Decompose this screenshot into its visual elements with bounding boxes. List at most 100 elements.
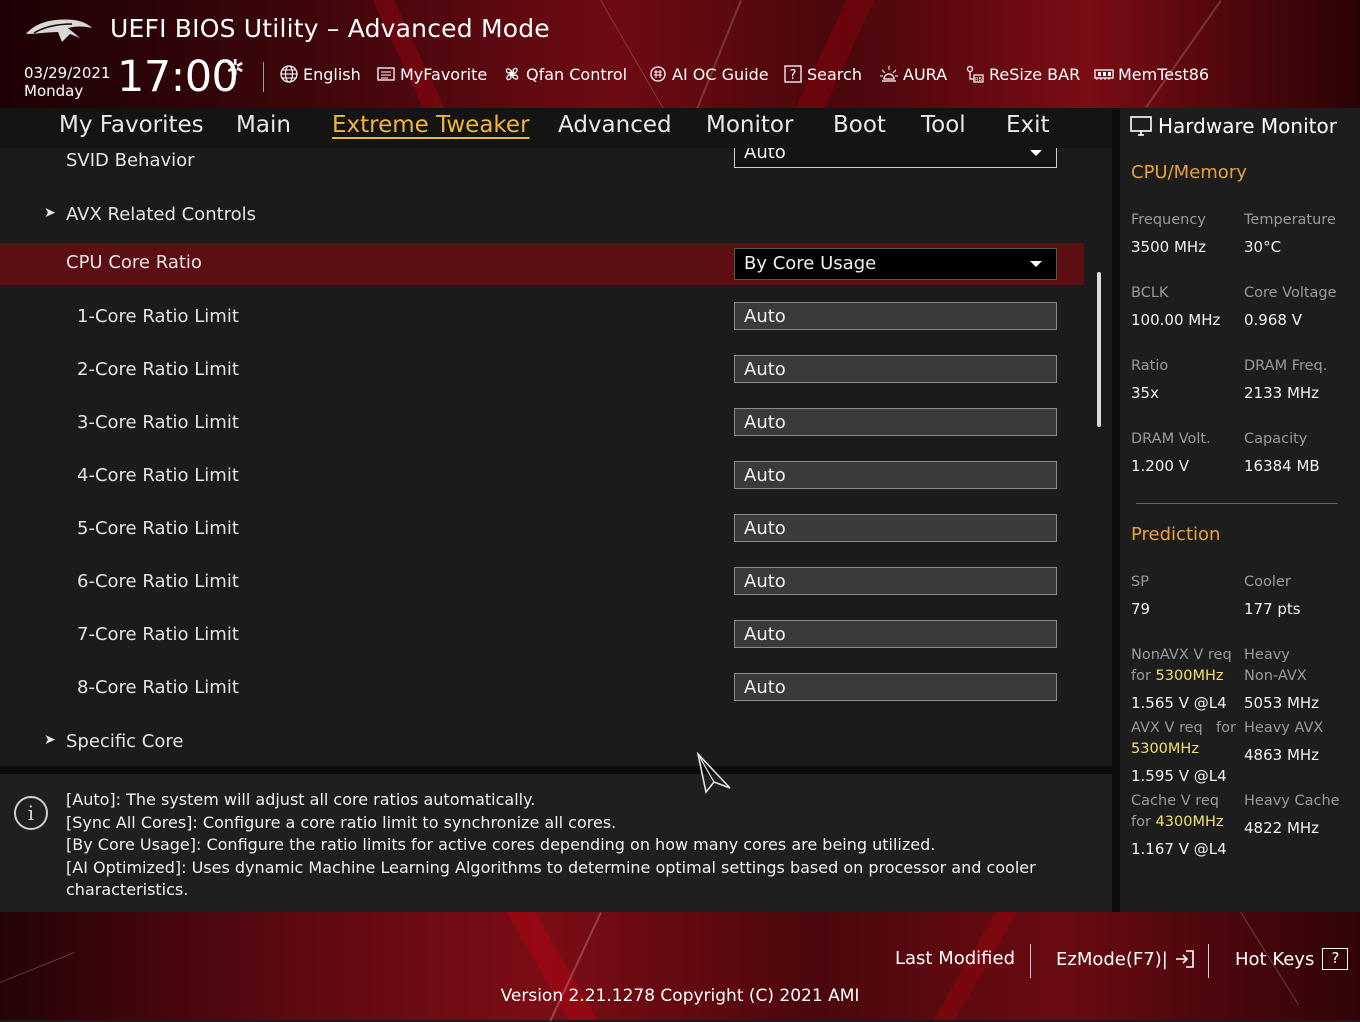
8-core-ratio-input[interactable]: Auto — [734, 673, 1057, 701]
aura-light-icon — [879, 64, 899, 84]
heavy-avx-label: Heavy AVX — [1244, 720, 1324, 736]
ai-chip-icon — [648, 64, 668, 84]
setting-label: CPU Core Ratio — [66, 252, 202, 273]
tool-english[interactable]: English — [279, 64, 361, 84]
tab-monitor[interactable]: Monitor — [706, 112, 793, 138]
1-core-ratio-input[interactable]: Auto — [734, 302, 1057, 330]
setting-4-core-ratio-limit[interactable]: 4-Core Ratio Limit Auto — [0, 454, 1084, 496]
help-divider — [0, 766, 1112, 774]
core-voltage-value: 0.968 V — [1244, 311, 1302, 329]
nonavx-vreq-label: NonAVX V req — [1131, 647, 1232, 663]
submenu-specific-core[interactable]: ➤ Specific Core — [0, 720, 1084, 762]
3-core-ratio-input[interactable]: Auto — [734, 408, 1057, 436]
input-value: Auto — [744, 677, 786, 698]
date-display: 03/29/2021 Monday — [24, 64, 110, 100]
input-value: Auto — [744, 518, 786, 539]
setting-label: 7-Core Ratio Limit — [77, 624, 239, 645]
for-prefix: for — [1131, 668, 1156, 684]
monitor-icon — [1130, 116, 1152, 136]
dropdown-value: By Core Usage — [744, 253, 877, 274]
settings-scrollbar[interactable] — [1097, 272, 1101, 427]
cooler-value: 177 pts — [1244, 600, 1301, 618]
frequency-label: Frequency — [1131, 212, 1206, 228]
submenu-avx-related-controls[interactable]: ➤ AVX Related Controls — [0, 193, 1084, 235]
tool-label: AURA — [903, 64, 948, 84]
clock-time: 17:00 — [117, 52, 239, 102]
tab-tool[interactable]: Tool — [921, 112, 966, 138]
hw-title-text: Hardware Monitor — [1158, 114, 1337, 138]
cpu-core-ratio-dropdown[interactable]: By Core Usage — [734, 248, 1057, 280]
avx-target-freq: 5300MHz — [1131, 741, 1199, 757]
setting-label: 5-Core Ratio Limit — [77, 518, 239, 539]
setting-7-core-ratio-limit[interactable]: 7-Core Ratio Limit Auto — [0, 613, 1084, 655]
cache-vreq-label: Cache V req — [1131, 793, 1219, 809]
input-value: Auto — [744, 359, 786, 380]
last-modified-button[interactable]: Last Modified — [895, 948, 1015, 969]
setting-1-core-ratio-limit[interactable]: 1-Core Ratio Limit Auto — [0, 295, 1084, 337]
tool-resize-bar[interactable]: RB ReSize BAR — [965, 64, 1080, 84]
mouse-pointer-icon — [696, 752, 731, 794]
tab-exit[interactable]: Exit — [1006, 112, 1050, 138]
setting-svid-behavior[interactable]: SVID Behavior Auto — [0, 148, 1084, 181]
input-value: Auto — [744, 571, 786, 592]
decor-stripe — [600, 0, 671, 122]
setting-label: 8-Core Ratio Limit — [77, 677, 239, 698]
4-core-ratio-input[interactable]: Auto — [734, 461, 1057, 489]
setting-cpu-core-ratio[interactable]: CPU Core Ratio By Core Usage — [0, 243, 1084, 285]
tab-extreme-tweaker[interactable]: Extreme Tweaker — [332, 112, 530, 138]
cpu-memory-heading: CPU/Memory — [1131, 162, 1247, 183]
setting-label: SVID Behavior — [66, 150, 195, 171]
resize-bar-icon: RB — [965, 64, 985, 84]
chevron-down-icon — [1030, 150, 1042, 156]
tool-memtest86[interactable]: MemTest86 — [1094, 64, 1209, 84]
svg-text:RB: RB — [975, 77, 982, 83]
tool-label: Qfan Control — [526, 64, 628, 84]
5-core-ratio-input[interactable]: Auto — [734, 514, 1057, 542]
input-value: Auto — [744, 306, 786, 327]
setting-label: Specific Core — [66, 731, 184, 752]
prediction-heading: Prediction — [1131, 524, 1221, 545]
footer-bar: Last Modified EzMode(F7)| Hot Keys ? Ver… — [0, 911, 1360, 1022]
help-question-icon: ? — [1322, 948, 1349, 970]
tool-aura[interactable]: AURA — [879, 64, 947, 84]
settings-list: SVID Behavior Auto ➤ AVX Related Control… — [0, 148, 1112, 766]
setting-3-core-ratio-limit[interactable]: 3-Core Ratio Limit Auto — [0, 401, 1084, 443]
tool-search[interactable]: ? Search — [783, 64, 862, 84]
tool-ai-oc-guide[interactable]: AI OC Guide — [648, 64, 769, 84]
tab-advanced[interactable]: Advanced — [558, 112, 672, 138]
6-core-ratio-input[interactable]: Auto — [734, 567, 1057, 595]
decor-stripe — [1145, 0, 1222, 108]
tool-qfan-control[interactable]: Qfan Control — [502, 64, 627, 84]
tool-label: ReSize BAR — [989, 64, 1081, 84]
heavy-cache-label: Heavy Cache — [1244, 793, 1340, 809]
nonavx-target-freq: 5300MHz — [1155, 668, 1224, 684]
memory-icon — [1094, 64, 1114, 84]
hw-section-divider — [1136, 503, 1338, 504]
setting-6-core-ratio-limit[interactable]: 6-Core Ratio Limit Auto — [0, 560, 1084, 602]
hot-keys-label: Hot Keys — [1235, 948, 1315, 970]
setting-8-core-ratio-limit[interactable]: 8-Core Ratio Limit Auto — [0, 666, 1084, 708]
version-text: Version 2.21.1278 Copyright (C) 2021 AMI — [500, 986, 860, 1006]
help-line: [AI Optimized]: Uses dynamic Machine Lea… — [66, 857, 1036, 877]
svid-behavior-dropdown[interactable]: Auto — [734, 148, 1057, 168]
heavy-avx-value: 4863 MHz — [1244, 746, 1320, 764]
setting-label: 2-Core Ratio Limit — [77, 359, 239, 380]
tab-my-favorites[interactable]: My Favorites — [59, 112, 204, 138]
setting-5-core-ratio-limit[interactable]: 5-Core Ratio Limit Auto — [0, 507, 1084, 549]
ezmode-button[interactable]: EzMode(F7)| — [1056, 948, 1196, 970]
7-core-ratio-input[interactable]: Auto — [734, 620, 1057, 648]
tab-main[interactable]: Main — [236, 112, 291, 138]
chevron-down-icon — [1030, 261, 1042, 267]
footer-divider — [1208, 944, 1209, 978]
setting-label: AVX Related Controls — [66, 204, 257, 225]
exit-to-ezmode-icon — [1175, 950, 1194, 968]
tool-myfavorite[interactable]: MyFavorite — [376, 64, 487, 84]
for-prefix: for — [1131, 814, 1156, 830]
setting-2-core-ratio-limit[interactable]: 2-Core Ratio Limit Auto — [0, 348, 1084, 390]
2-core-ratio-input[interactable]: Auto — [734, 355, 1057, 383]
tab-boot[interactable]: Boot — [833, 112, 886, 138]
hot-keys-button[interactable]: Hot Keys ? — [1235, 948, 1349, 970]
cache-for-label: for 4300MHz — [1131, 814, 1223, 830]
clock-settings-gear-icon[interactable]: ✲ — [226, 56, 244, 81]
cache-target-freq: 4300MHz — [1155, 814, 1224, 830]
